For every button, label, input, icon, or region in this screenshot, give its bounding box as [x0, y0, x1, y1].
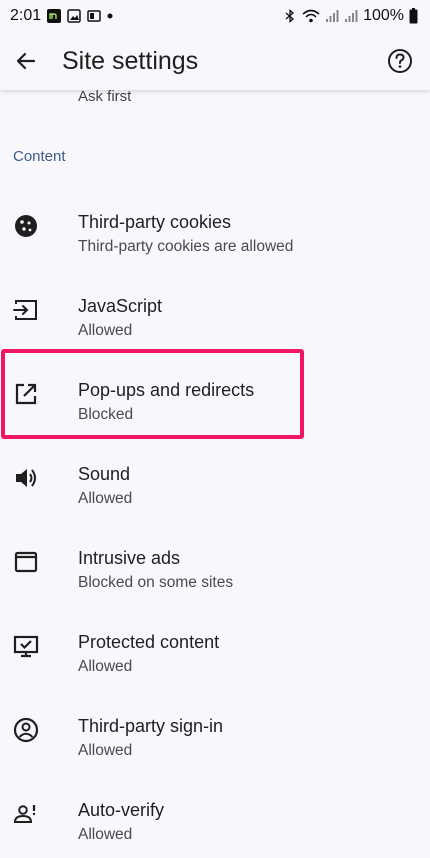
- setting-label: Third-party cookies: [78, 212, 232, 232]
- signal-icon-2: [345, 10, 358, 22]
- page-title: Site settings: [62, 46, 199, 75]
- account-circle-icon: [13, 717, 39, 743]
- setting-auto-verify[interactable]: Auto-verify Allowed: [0, 774, 430, 858]
- setting-javascript[interactable]: JavaScript Allowed: [0, 270, 430, 354]
- list-item-partial[interactable]: Ask first: [0, 87, 430, 114]
- status-bar: 2:01 100%: [0, 0, 430, 32]
- help-icon: [388, 49, 412, 73]
- setting-status: Allowed: [78, 322, 133, 339]
- layout-notification-icon: [87, 10, 101, 22]
- help-button[interactable]: [378, 39, 422, 83]
- bluetooth-icon: [285, 9, 295, 23]
- setting-status: Third-party cookies are allowed: [78, 238, 294, 255]
- setting-status: Blocked on some sites: [78, 574, 234, 591]
- setting-status: Allowed: [78, 658, 133, 675]
- setting-status: Allowed: [78, 742, 133, 759]
- setting-label: Protected content: [78, 632, 220, 652]
- setting-label: JavaScript: [78, 296, 163, 316]
- setting-popups-redirects[interactable]: Pop-ups and redirects Blocked: [0, 354, 430, 438]
- signal-icon-1: [326, 10, 339, 22]
- setting-third-party-sign-in[interactable]: Third-party sign-in Allowed: [0, 690, 430, 774]
- section-header-content: Content: [13, 148, 66, 165]
- setting-label: Sound: [78, 464, 131, 484]
- cookie-icon: [15, 215, 37, 237]
- window-icon: [14, 551, 38, 573]
- status-time: 2:01: [10, 7, 42, 24]
- setting-third-party-cookies[interactable]: Third-party cookies Third-party cookies …: [0, 186, 430, 270]
- wifi-icon: [302, 9, 320, 23]
- javascript-icon: [13, 300, 37, 320]
- setting-protected-content[interactable]: Protected content Allowed: [0, 606, 430, 690]
- setting-status: Allowed: [78, 490, 133, 507]
- open-in-new-icon: [15, 383, 37, 405]
- back-button[interactable]: [0, 35, 52, 87]
- battery-percentage: 100%: [363, 7, 404, 24]
- monitor-check-icon: [13, 635, 39, 658]
- app-notification-icon: [47, 9, 62, 23]
- partial-item-subtitle: Ask first: [78, 88, 132, 105]
- setting-label: Pop-ups and redirects: [78, 380, 255, 400]
- image-notification-icon: [67, 9, 81, 23]
- arrow-back-icon: [16, 52, 36, 70]
- volume-icon: [16, 469, 36, 487]
- setting-label: Intrusive ads: [78, 548, 181, 568]
- setting-intrusive-ads[interactable]: Intrusive ads Blocked on some sites: [0, 522, 430, 606]
- setting-status: Allowed: [78, 826, 133, 843]
- more-notifications-dot-icon: [107, 13, 113, 19]
- setting-status: Blocked: [78, 406, 134, 423]
- person-alert-icon: [13, 805, 36, 823]
- setting-label: Third-party sign-in: [78, 716, 224, 736]
- setting-sound[interactable]: Sound Allowed: [0, 438, 430, 522]
- app-bar: Site settings: [0, 32, 430, 90]
- battery-icon: [409, 8, 418, 24]
- setting-label: Auto-verify: [78, 800, 165, 820]
